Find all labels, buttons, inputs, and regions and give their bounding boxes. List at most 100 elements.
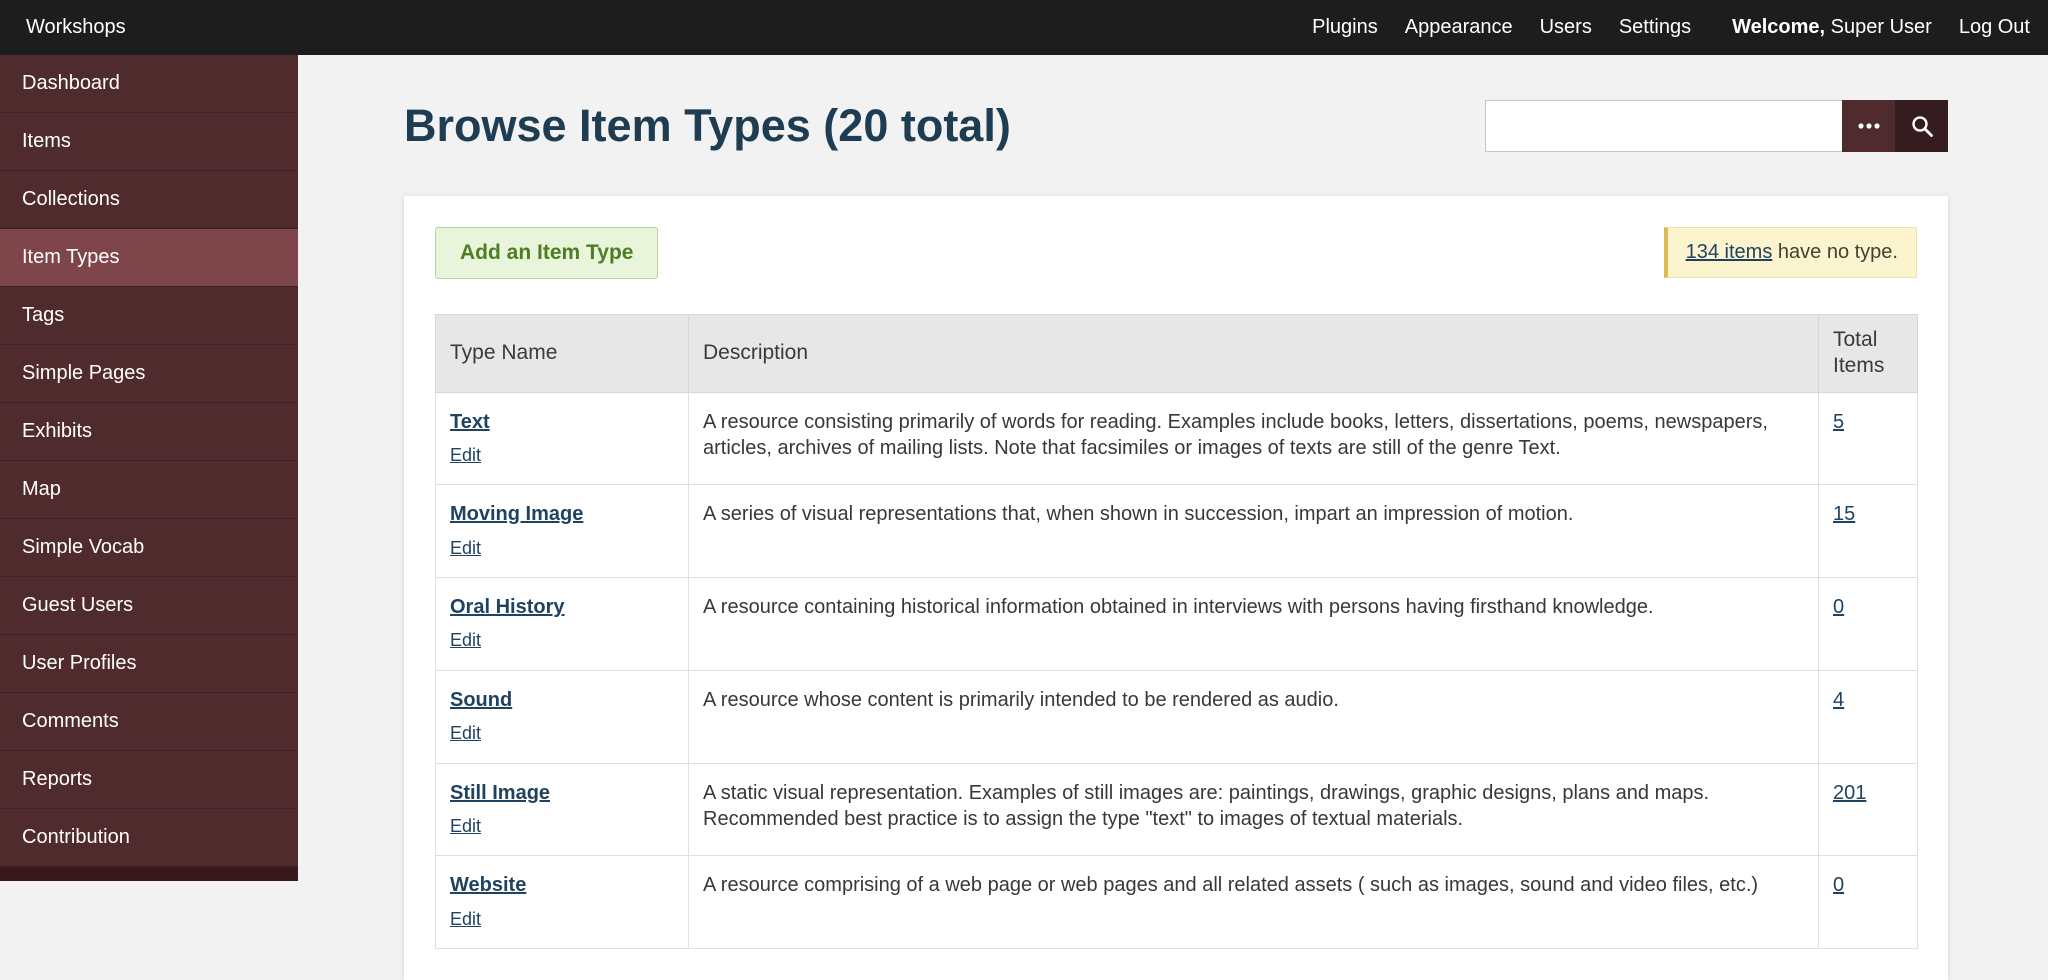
- sidebar-item-label: Items: [22, 130, 71, 152]
- sidebar-item-items[interactable]: Items: [0, 113, 298, 171]
- edit-link[interactable]: Edit: [450, 722, 481, 746]
- total-items-link[interactable]: 0: [1833, 874, 1844, 896]
- table-row-still-image: Still Image Edit A static visual represe…: [435, 762, 1918, 857]
- sidebar: Dashboard Items Collections Item Types T…: [0, 55, 298, 881]
- type-name-cell: Moving Image Edit: [435, 484, 689, 579]
- topbar-nav-links: Plugins Appearance Users Settings: [1312, 16, 1691, 39]
- main-content: Browse Item Types (20 total) Add an Item…: [298, 55, 2048, 980]
- topbar: Workshops Plugins Appearance Users Settings…: [0, 0, 2048, 55]
- sidebar-item-label: Exhibits: [22, 420, 93, 442]
- type-name-cell: Oral History Edit: [435, 577, 689, 671]
- type-name-link[interactable]: Website: [450, 874, 526, 896]
- total-items-cell: 0: [1818, 577, 1918, 671]
- header-type-name: Type Name: [435, 314, 689, 393]
- search-icon: [1911, 115, 1933, 137]
- total-items-link[interactable]: 5: [1833, 411, 1844, 433]
- sidebar-item-comments[interactable]: Comments: [0, 693, 298, 751]
- topbar-nav-item-users[interactable]: Users: [1540, 16, 1592, 39]
- search-input[interactable]: [1485, 99, 1842, 152]
- sidebar-item-tags[interactable]: Tags: [0, 287, 298, 345]
- welcome-prefix: Welcome,: [1732, 16, 1826, 38]
- site-title-link[interactable]: Workshops: [26, 16, 126, 39]
- add-item-type-button[interactable]: Add an Item Type: [435, 227, 659, 279]
- topbar-nav-item-appearance[interactable]: Appearance: [1405, 16, 1513, 39]
- topbar-nav-item-plugins[interactable]: Plugins: [1312, 16, 1378, 39]
- total-items-cell: 0: [1818, 855, 1918, 950]
- total-items-cell: 15: [1818, 484, 1918, 579]
- sidebar-item-exhibits[interactable]: Exhibits: [0, 403, 298, 461]
- sidebar-item-label: Simple Vocab: [22, 536, 145, 558]
- total-items-cell: 4: [1818, 669, 1918, 764]
- sidebar-item-label: Simple Pages: [22, 362, 146, 384]
- header-total-items: Total Items: [1818, 314, 1918, 393]
- sidebar-item-dashboard[interactable]: Dashboard: [0, 55, 298, 113]
- edit-link[interactable]: Edit: [450, 908, 481, 932]
- table-row-moving-image: Moving Image Edit A series of visual rep…: [435, 484, 1918, 579]
- content-panel: Add an Item Type 134 items have no type.…: [404, 196, 1948, 980]
- no-type-notice: 134 items have no type.: [1663, 227, 1917, 278]
- type-name-cell: Website Edit: [435, 855, 689, 950]
- edit-link[interactable]: Edit: [450, 815, 481, 839]
- panel-top: Add an Item Type 134 items have no type.: [435, 227, 1917, 279]
- sidebar-item-label: Guest Users: [22, 594, 134, 616]
- edit-link[interactable]: Edit: [450, 629, 481, 653]
- no-type-notice-text: have no type.: [1772, 241, 1898, 263]
- table-header-row: Type Name Description Total Items: [435, 314, 1918, 393]
- sidebar-item-label: Collections: [22, 188, 120, 210]
- topbar-nav-item-settings[interactable]: Settings: [1619, 16, 1691, 39]
- total-items-link[interactable]: 201: [1833, 782, 1866, 804]
- page-header: Browse Item Types (20 total): [404, 55, 1948, 196]
- search-bar: [1485, 99, 1948, 152]
- type-name-link[interactable]: Text: [450, 411, 490, 433]
- table-row-website: Website Edit A resource comprising of a …: [435, 855, 1918, 950]
- sidebar-item-label: Dashboard: [22, 72, 120, 94]
- sidebar-item-label: Contribution: [22, 826, 130, 848]
- sidebar-item-guest-users[interactable]: Guest Users: [0, 577, 298, 635]
- type-description-cell: A resource comprising of a web page or w…: [688, 855, 1819, 950]
- search-submit-button[interactable]: [1895, 99, 1948, 152]
- sidebar-item-label: User Profiles: [22, 652, 137, 674]
- type-name-link[interactable]: Sound: [450, 689, 512, 711]
- sidebar-item-user-profiles[interactable]: User Profiles: [0, 635, 298, 693]
- item-types-table: Type Name Description Total Items Text E…: [435, 314, 1918, 950]
- type-description-cell: A resource containing historical informa…: [688, 577, 1819, 671]
- total-items-cell: 5: [1818, 391, 1918, 486]
- ellipsis-icon: [1857, 122, 1880, 129]
- sidebar-item-label: Tags: [22, 304, 65, 326]
- type-description-cell: A series of visual representations that,…: [688, 484, 1819, 579]
- type-name-link[interactable]: Oral History: [450, 596, 564, 618]
- sidebar-item-map[interactable]: Map: [0, 461, 298, 519]
- total-items-link[interactable]: 0: [1833, 596, 1844, 618]
- total-items-cell: 201: [1818, 762, 1918, 857]
- sidebar-item-label: Reports: [22, 768, 93, 790]
- sidebar-item-contribution[interactable]: Contribution: [0, 809, 298, 867]
- edit-link[interactable]: Edit: [450, 444, 481, 468]
- table-row-oral-history: Oral History Edit A resource containing …: [435, 577, 1918, 671]
- sidebar-item-label: Comments: [22, 710, 119, 732]
- logout-link[interactable]: Log Out: [1959, 16, 2030, 39]
- sidebar-item-label: Map: [22, 478, 61, 500]
- no-type-items-link[interactable]: 134 items: [1686, 241, 1773, 263]
- advanced-search-button[interactable]: [1842, 99, 1895, 152]
- edit-link[interactable]: Edit: [450, 537, 481, 561]
- type-name-cell: Still Image Edit: [435, 762, 689, 857]
- total-items-link[interactable]: 15: [1833, 503, 1855, 525]
- sidebar-item-label: Item Types: [22, 246, 120, 268]
- sidebar-item-reports[interactable]: Reports: [0, 751, 298, 809]
- table-row-text: Text Edit A resource consisting primaril…: [435, 391, 1918, 486]
- type-description-cell: A resource consisting primarily of words…: [688, 391, 1819, 486]
- sidebar-item-collections[interactable]: Collections: [0, 171, 298, 229]
- total-items-link[interactable]: 4: [1833, 689, 1844, 711]
- welcome-text: Welcome, Super User: [1732, 16, 1932, 39]
- welcome-user: Super User: [1825, 16, 1932, 38]
- type-name-cell: Sound Edit: [435, 669, 689, 764]
- table-row-sound: Sound Edit A resource whose content is p…: [435, 669, 1918, 764]
- type-name-link[interactable]: Moving Image: [450, 503, 583, 525]
- sidebar-item-simple-vocab[interactable]: Simple Vocab: [0, 519, 298, 577]
- topbar-right-nav: Plugins Appearance Users Settings Welcome, …: [1312, 16, 2030, 39]
- sidebar-item-simple-pages[interactable]: Simple Pages: [0, 345, 298, 403]
- header-description: Description: [688, 314, 1819, 393]
- type-name-link[interactable]: Still Image: [450, 782, 550, 804]
- type-description-cell: A resource whose content is primarily in…: [688, 669, 1819, 764]
- sidebar-item-item-types[interactable]: Item Types: [0, 229, 298, 287]
